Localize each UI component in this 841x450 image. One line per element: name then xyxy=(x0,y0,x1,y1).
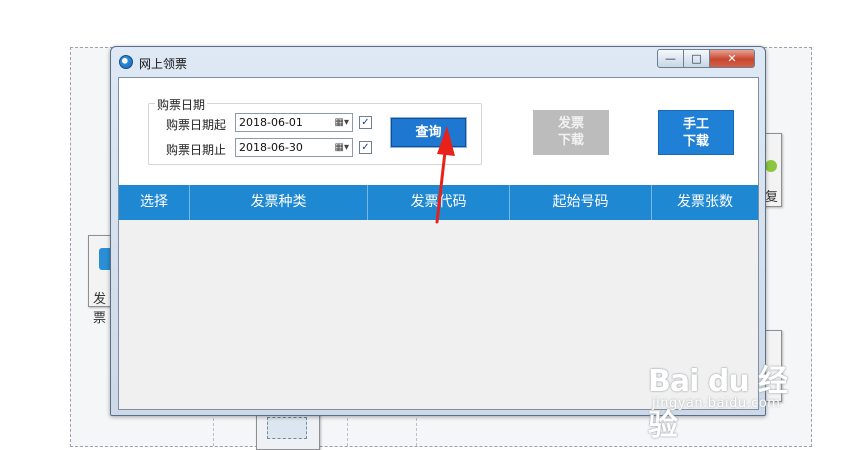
minimize-button[interactable]: — xyxy=(657,49,684,68)
start-date-label: 购票日期起 xyxy=(166,118,227,132)
title-bar[interactable]: 网上领票 — □ ✕ xyxy=(111,47,765,77)
calendar-dropdown-icon[interactable]: ▦▾ xyxy=(327,117,349,129)
calendar-dropdown-icon[interactable]: ▦▾ xyxy=(327,142,349,154)
invoice-download-button[interactable]: 发票 下载 xyxy=(533,110,609,155)
start-date-value: 2018-06-01 xyxy=(239,116,303,129)
window-title: 网上领票 xyxy=(139,57,188,71)
baidu-jingyan-watermark: Bai du 经验 jingyan.baidu.com xyxy=(640,350,790,443)
close-button[interactable]: ✕ xyxy=(709,49,755,68)
tile-image-icon xyxy=(267,417,307,439)
status-dot-icon xyxy=(765,160,777,172)
invoice-download-label-line1: 发票 xyxy=(557,116,584,131)
maximize-button[interactable]: □ xyxy=(683,49,710,68)
manual-download-label-line1: 手工 xyxy=(682,117,709,132)
background-tile-label: 复 xyxy=(765,190,779,205)
app-logo-icon xyxy=(119,55,133,69)
watermark-url: jingyan.baidu.com xyxy=(652,396,781,411)
invoice-table-header: 选择 发票种类 发票代码 起始号码 发票张数 xyxy=(119,185,758,220)
column-header-select[interactable]: 选择 xyxy=(119,185,190,220)
column-header-invoice-code[interactable]: 发票代码 xyxy=(368,185,510,220)
purchase-date-group-label: 购票日期 xyxy=(155,96,208,113)
end-date-value: 2018-06-30 xyxy=(239,141,303,154)
background-bottom-tile[interactable] xyxy=(256,410,320,450)
column-header-start-number[interactable]: 起始号码 xyxy=(510,185,652,220)
manual-download-label-line2: 下载 xyxy=(682,134,709,149)
end-date-picker[interactable]: 2018-06-30 ▦▾ xyxy=(235,138,353,157)
start-date-checkbox[interactable]: ✓ xyxy=(359,116,372,129)
column-header-invoice-count[interactable]: 发票张数 xyxy=(652,185,758,220)
end-date-checkbox[interactable]: ✓ xyxy=(359,141,372,154)
query-button[interactable]: 查询 xyxy=(390,117,467,148)
end-date-label: 购票日期止 xyxy=(166,143,227,157)
start-date-picker[interactable]: 2018-06-01 ▦▾ xyxy=(235,113,353,132)
manual-download-button[interactable]: 手工 下载 xyxy=(658,110,734,155)
invoice-download-label-line2: 下载 xyxy=(557,133,584,148)
column-header-invoice-type[interactable]: 发票种类 xyxy=(190,185,368,220)
